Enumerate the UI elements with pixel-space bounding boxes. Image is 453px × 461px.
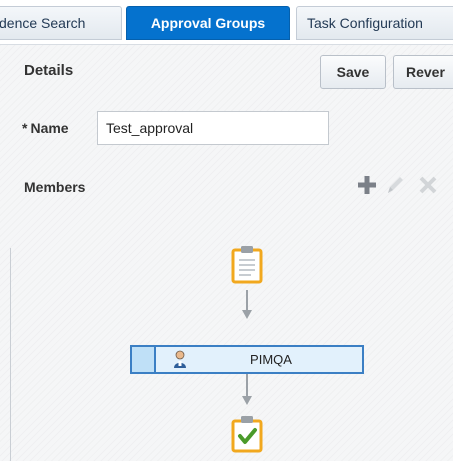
clipboard-start-icon (231, 246, 263, 284)
clipboard-approved-icon (231, 416, 263, 453)
member-row-handle[interactable] (132, 347, 156, 372)
name-label: * Name (22, 120, 69, 136)
required-marker: * (22, 120, 28, 136)
revert-button[interactable]: Rever (393, 55, 453, 89)
edit-icon[interactable] (382, 172, 408, 198)
name-label-text: Name (30, 120, 69, 136)
add-icon[interactable] (354, 172, 380, 198)
tab-bar: dence Search Approval Groups Task Config… (0, 0, 453, 44)
delete-icon[interactable] (415, 172, 441, 198)
flow-arrow-icon (242, 374, 252, 405)
member-name: PIMQA (250, 352, 292, 367)
tab-evidence-search[interactable]: dence Search (0, 6, 122, 40)
tab-approval-groups[interactable]: Approval Groups (126, 6, 290, 40)
name-input[interactable] (97, 111, 329, 145)
flow-arrow-icon (242, 290, 252, 319)
members-title: Members (24, 179, 86, 195)
details-title: Details (24, 62, 74, 79)
save-button[interactable]: Save (320, 55, 386, 89)
tab-task-configuration[interactable]: Task Configuration (296, 6, 453, 40)
content-panel (0, 44, 453, 461)
member-row[interactable]: PIMQA (130, 345, 364, 374)
panel-divider (10, 248, 11, 461)
